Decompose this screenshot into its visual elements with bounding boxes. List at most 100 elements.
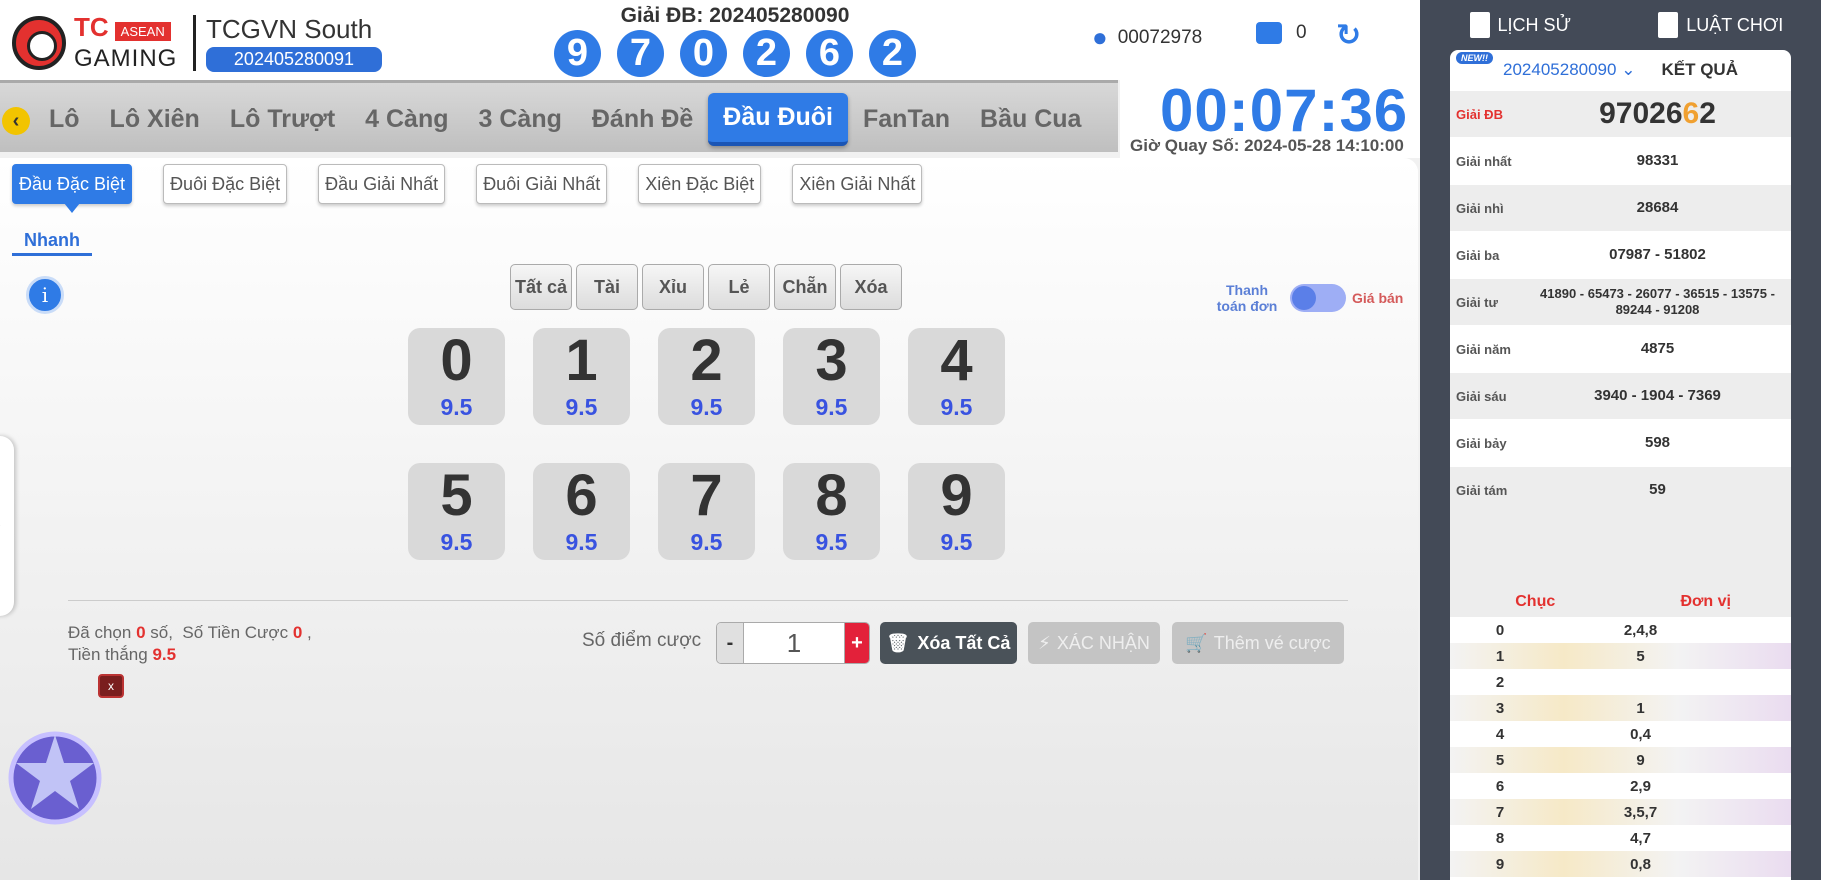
number-button-8[interactable]: 8 9.5 <box>783 463 880 560</box>
prize-name: Giải bảy <box>1456 435 1507 451</box>
prize-row: Giải năm 4875 <box>1450 325 1791 372</box>
tab-fantan[interactable]: FanTan <box>848 95 965 144</box>
subtab-xien-giai-nhat[interactable]: Xiên Giải Nhất <box>792 164 923 204</box>
number-button-7[interactable]: 7 9.5 <box>658 463 755 560</box>
number-digit: 8 <box>815 463 848 528</box>
spacer <box>1450 513 1791 593</box>
tab-danh-de[interactable]: Đánh Đề <box>577 95 708 144</box>
quick-clear-button[interactable]: Xóa <box>840 264 902 310</box>
toggle-right-label: Giá bán <box>1352 290 1404 306</box>
prize-row-special: Giải ĐB 9702662 <box>1450 90 1791 137</box>
clear-all-label: Xóa Tất Cả <box>917 632 1011 653</box>
number-button-6[interactable]: 6 9.5 <box>533 463 630 560</box>
side-drawer-handle[interactable]: › <box>0 436 14 616</box>
book-icon <box>1658 12 1679 38</box>
add-ticket-label: Thêm vé cược <box>1213 632 1331 653</box>
current-issue: 202405280091 <box>206 46 382 72</box>
trash-icon: 🗑 <box>886 632 910 653</box>
number-odds: 9.5 <box>690 529 723 555</box>
sub-tabs: Đầu Đặc Biệt Đuôi Đặc Biệt Đầu Giải Nhất… <box>12 164 953 213</box>
countdown-timer: 00:07:36 <box>1160 77 1409 144</box>
brand-logo: TC ASEAN GAMING TCGVN South 202405280091 <box>12 12 382 73</box>
table-row: 59 <box>1450 747 1791 773</box>
table-row: 15 <box>1450 643 1791 669</box>
last-draw-balls: 9 7 0 2 6 2 <box>554 30 916 77</box>
logo-gaming: GAMING <box>74 45 178 72</box>
rules-button[interactable]: LUẬT CHƠI <box>1621 0 1821 50</box>
logo-asean: ASEAN <box>114 22 171 42</box>
confirm-button[interactable]: ⚡ XÁC NHẬN <box>1028 622 1160 664</box>
subtab-dau-dac-biet[interactable]: Đầu Đặc Biệt <box>12 164 133 213</box>
subtab-duoi-giai-nhat[interactable]: Đuôi Giải Nhất <box>476 164 608 204</box>
info-icon[interactable]: i <box>26 276 64 314</box>
quick-chan-button[interactable]: Chẵn <box>774 264 836 310</box>
number-button-4[interactable]: 4 9.5 <box>908 328 1005 425</box>
refresh-icon[interactable]: ↻ <box>1336 18 1361 53</box>
number-button-5[interactable]: 5 9.5 <box>408 463 505 560</box>
tab-4-cang[interactable]: 4 Càng <box>350 95 463 144</box>
prize-row: Giải nhì 28684 <box>1450 184 1791 231</box>
number-button-9[interactable]: 9 9.5 <box>908 463 1005 560</box>
quick-xiu-button[interactable]: Xỉu <box>642 264 704 310</box>
rules-label: LUẬT CHƠI <box>1686 14 1784 35</box>
number-digit: 0 <box>440 328 473 393</box>
tab-lo-truot[interactable]: Lô Trượt <box>215 95 350 144</box>
tab-bau-cua[interactable]: Bầu Cua <box>965 95 1096 144</box>
result-card: NEW!! 202405280090 ⌄ KẾT QUẢ Giải ĐB 970… <box>1450 50 1791 880</box>
col-don-vi: Đơn vị <box>1680 593 1732 610</box>
number-button-0[interactable]: 0 9.5 <box>408 328 505 425</box>
bet-points-input[interactable]: 1 <box>743 623 845 663</box>
prize-name: Giải nhì <box>1456 200 1504 216</box>
cell-chuc: 6 <box>1495 777 1505 795</box>
result-issue-select[interactable]: 202405280090 ⌄ <box>1503 60 1635 80</box>
cell-chuc: 5 <box>1495 751 1505 769</box>
user-info[interactable]: ● 00072978 <box>1092 22 1202 53</box>
tab-dau-duoi[interactable]: Đầu Đuôi <box>708 93 848 146</box>
col-chuc: Chục <box>1515 593 1556 610</box>
number-odds: 9.5 <box>815 529 848 555</box>
chevron-right-icon: › <box>0 516 1 532</box>
result-ball: 9 <box>554 30 601 77</box>
number-grid: 0 9.5 1 9.5 2 9.5 3 9.5 4 9.5 5 9.5 6 9.5 7 9.5 … <box>408 328 1005 560</box>
number-button-3[interactable]: 3 9.5 <box>783 328 880 425</box>
subtab-xien-dac-biet[interactable]: Xiên Đặc Biệt <box>638 164 762 204</box>
cell-chuc: 4 <box>1495 725 1505 743</box>
quick-all-button[interactable]: Tất cả <box>510 264 572 310</box>
wallet-balance: 0 <box>1296 22 1307 43</box>
number-button-1[interactable]: 1 9.5 <box>533 328 630 425</box>
tab-lo[interactable]: Lô <box>34 95 95 144</box>
amount-separator: , <box>307 623 312 642</box>
tab-lo-xien[interactable]: Lô Xiên <box>95 95 215 144</box>
clear-all-button[interactable]: 🗑 Xóa Tất Cả <box>880 622 1017 664</box>
mode-tab-nhanh[interactable]: Nhanh <box>12 230 92 256</box>
prize-value: 41890 - 65473 - 26077 - 36515 - 13575 - … <box>1540 286 1775 317</box>
chevron-down-icon: ⌄ <box>1621 60 1636 79</box>
new-badge: NEW!! <box>1456 52 1493 64</box>
number-odds: 9.5 <box>440 394 473 420</box>
toggle-left-label: Thanh toán đơn <box>1216 282 1278 314</box>
number-digit: 1 <box>565 328 598 393</box>
logo-tc: TC <box>74 12 109 42</box>
quick-tai-button[interactable]: Tài <box>576 264 638 310</box>
prize-row: Giải ba 07987 - 51802 <box>1450 231 1791 278</box>
decrement-button[interactable]: - <box>717 623 743 663</box>
dau-duoi-header: Chục Đơn vị <box>1450 593 1791 617</box>
wallet[interactable]: 0 <box>1256 22 1307 44</box>
tabs-prev-icon[interactable]: ‹ <box>2 107 30 135</box>
clear-selection-icon[interactable]: x <box>98 674 124 698</box>
prize-value: 28684 <box>1636 199 1679 216</box>
subtab-dau-giai-nhat[interactable]: Đầu Giải Nhất <box>318 164 446 204</box>
wallet-icon <box>1256 22 1282 44</box>
history-button[interactable]: LỊCH SỬ <box>1420 0 1621 50</box>
lightning-icon: ⚡ <box>1038 632 1051 653</box>
tab-3-cang[interactable]: 3 Càng <box>464 95 577 144</box>
prize-row: Giải bảy 598 <box>1450 419 1791 466</box>
add-ticket-button[interactable]: 🛒 Thêm vé cược <box>1172 622 1344 664</box>
subtab-duoi-dac-biet[interactable]: Đuôi Đặc Biệt <box>163 164 288 204</box>
number-button-2[interactable]: 2 9.5 <box>658 328 755 425</box>
increment-button[interactable]: + <box>845 623 869 663</box>
quick-le-button[interactable]: Lẻ <box>708 264 770 310</box>
cell-don-vi: 1 <box>1636 699 1645 717</box>
payment-switch[interactable] <box>1290 284 1346 312</box>
mini-game-icon[interactable] <box>0 723 110 833</box>
